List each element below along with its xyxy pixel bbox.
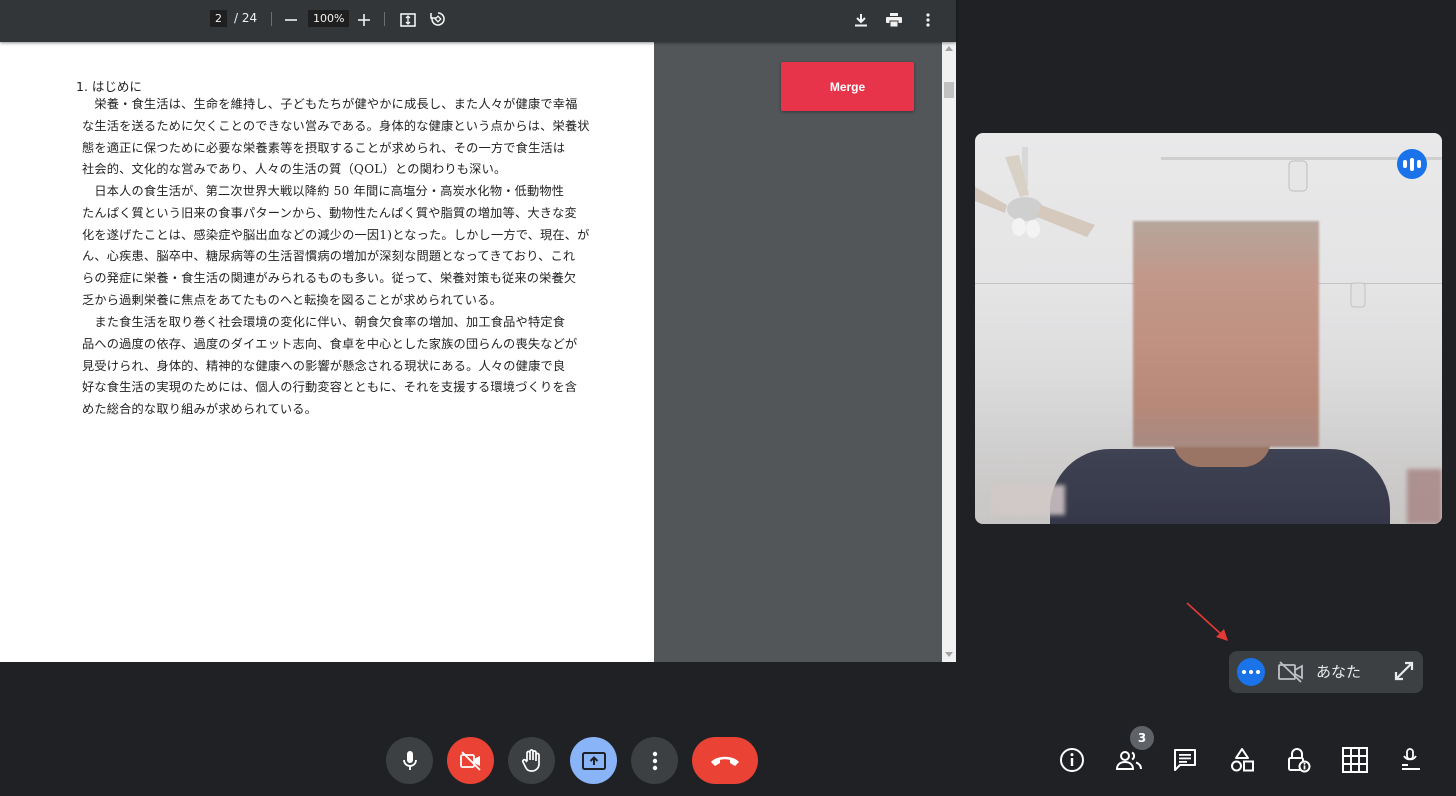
more-options-button[interactable] (918, 10, 938, 30)
text-line: 好な食生活の実現のためには、個人の行動変容とともに、それを支援する環境づくりを含 (82, 380, 578, 395)
text-line: 乏から過剰栄養に焦点をあてたものへと転換を図ることが求められている。 (82, 292, 502, 307)
zoom-out-button[interactable] (282, 11, 300, 29)
pdf-toolbar: 2 / 24 100% (0, 0, 956, 42)
more-options-button[interactable] (631, 737, 678, 784)
text-line: 社会的、文化的な営みであり、人々の生活の質（QOL）との関わりも深い。 (82, 162, 507, 177)
dot-icon (1249, 670, 1253, 674)
text-line: めた総合的な取り組みが求められている。 (82, 402, 317, 417)
pdf-viewport[interactable]: 1. はじめに 栄養・食生活は、生命を維持し、子どもたちが健やかに成長し、また人… (0, 42, 956, 662)
text-line: また食生活を取り巻く社会環境の変化に伴い、朝食欠食率の増加、加工食品や特定食 (82, 315, 566, 329)
text-line: 態を適正に保つために必要な栄養素等を摂取することが求められ、その一方で食生活は (82, 140, 566, 155)
scroll-down-arrow-icon[interactable] (945, 652, 953, 657)
transcript-icon (1402, 748, 1420, 770)
scroll-up-arrow-icon[interactable] (945, 46, 953, 51)
download-icon (855, 14, 867, 27)
expand-icon (1394, 661, 1414, 681)
more-vert-icon (652, 751, 657, 770)
print-icon (886, 13, 902, 27)
chat-button[interactable] (1168, 743, 1202, 777)
host-controls-icon (1288, 748, 1311, 773)
minus-icon (285, 19, 297, 21)
paragraph-1: 栄養・食生活は、生命を維持し、子どもたちが健やかに成長し、また人々が健康で幸福 … (82, 94, 590, 181)
text-line: 日本人の食生活が、第二次世界大戦以降約 50 年間に高塩分・高炭水化物・低動物性 (82, 184, 565, 198)
end-call-button[interactable] (692, 737, 758, 784)
text-line: らの発症に栄養・食生活の関連がみられるものも多い。従って、栄養対策も従来の栄養欠 (82, 271, 577, 286)
camera-off-icon (459, 750, 481, 771)
pdf-page: 1. はじめに 栄養・食生活は、生命を維持し、子どもたちが健やかに成長し、また人… (0, 42, 654, 662)
rotate-icon (430, 12, 445, 26)
text-line: たんぱく質という旧来の食事パターンから、動物性たんぱく質や脂質の増加等、大きな変 (82, 205, 577, 220)
fit-page-icon (400, 13, 416, 27)
end-call-icon (711, 756, 739, 766)
text-line: 見受けられ、身体的、精神的な健康への影響が懸念される現状にある。人々の健康で良 (82, 358, 566, 373)
meeting-details-button[interactable] (1055, 743, 1089, 777)
speaking-indicator-icon (1397, 149, 1427, 179)
text-line: な生活を送るために欠くことのできない営みである。身体的な健康という点からは、栄養… (82, 118, 590, 133)
text-line: ん、心疾患、脳卒中、糖尿病等の生活習慣病の増加が深刻な問題となってきており、これ (82, 249, 576, 264)
blurred-name-label (991, 485, 1065, 515)
transcript-button[interactable] (1394, 743, 1428, 777)
paragraph-3: また食生活を取り巻く社会環境の変化に伴い、朝食欠食率の増加、加工食品や特定食 品… (82, 312, 578, 421)
raise-hand-button[interactable] (508, 737, 555, 784)
host-controls-button[interactable] (1281, 743, 1315, 777)
document-heading: 1. はじめに (76, 79, 142, 94)
self-view-name: あなた (1316, 663, 1362, 681)
ceiling-fan-image (975, 147, 1095, 238)
download-button[interactable] (851, 10, 871, 30)
toolbar-divider (271, 12, 272, 26)
blurred-face (1133, 221, 1319, 447)
self-view-more-button[interactable] (1237, 658, 1265, 686)
present-screen-button[interactable] (570, 737, 617, 784)
pdf-scrollbar[interactable] (942, 42, 956, 662)
participant-video-tile[interactable] (975, 133, 1442, 524)
annotation-arrow-icon (1186, 602, 1228, 641)
plus-icon (358, 14, 370, 26)
zoom-level-input[interactable]: 100% (308, 10, 350, 27)
zoom-in-button[interactable] (355, 11, 373, 29)
activities-icon (1231, 748, 1254, 772)
microphone-button[interactable] (386, 737, 433, 784)
blurred-region (1407, 469, 1442, 524)
dot-icon (1242, 670, 1246, 674)
paragraph-2: 日本人の食生活が、第二次世界大戦以降約 50 年間に高塩分・高炭水化物・低動物性… (82, 181, 590, 312)
text-line: 栄養・食生活は、生命を維持し、子どもたちが健やかに成長し、また人々が健康で幸福 (82, 97, 578, 111)
toolbar-divider (384, 12, 385, 26)
print-button[interactable] (884, 10, 904, 30)
camera-off-icon (1278, 661, 1303, 683)
present-screen-icon (581, 751, 606, 770)
fit-page-button[interactable] (398, 10, 418, 30)
chat-icon (1174, 749, 1196, 771)
more-vert-icon (926, 13, 930, 27)
text-line: 化を遂げたことは、感染症や脳出血などの減少の一因1)となった。しかし一方で、現在… (82, 227, 590, 242)
layout-grid-button[interactable] (1338, 743, 1372, 777)
self-view-pill[interactable]: あなた (1229, 651, 1423, 693)
participants-count-badge: 3 (1130, 726, 1154, 750)
merge-button[interactable]: Merge (781, 62, 914, 111)
page-total: / 24 (234, 11, 258, 25)
scroll-thumb[interactable] (944, 82, 954, 98)
camera-toggle-button[interactable] (447, 737, 494, 784)
activities-button[interactable] (1225, 743, 1259, 777)
page-number-input[interactable]: 2 (210, 10, 227, 27)
dot-icon (1256, 670, 1260, 674)
expand-self-view-button[interactable] (1393, 660, 1415, 685)
info-icon (1060, 748, 1084, 772)
grid-icon (1342, 747, 1368, 773)
mic-icon (402, 750, 417, 770)
text-line: 品への過度の依存、過度のダイエット志向、食卓を中心とした家族の団らんの喪失などが (82, 336, 578, 351)
raise-hand-icon (521, 748, 540, 772)
people-icon (1115, 751, 1142, 770)
rotate-button[interactable] (428, 9, 448, 29)
